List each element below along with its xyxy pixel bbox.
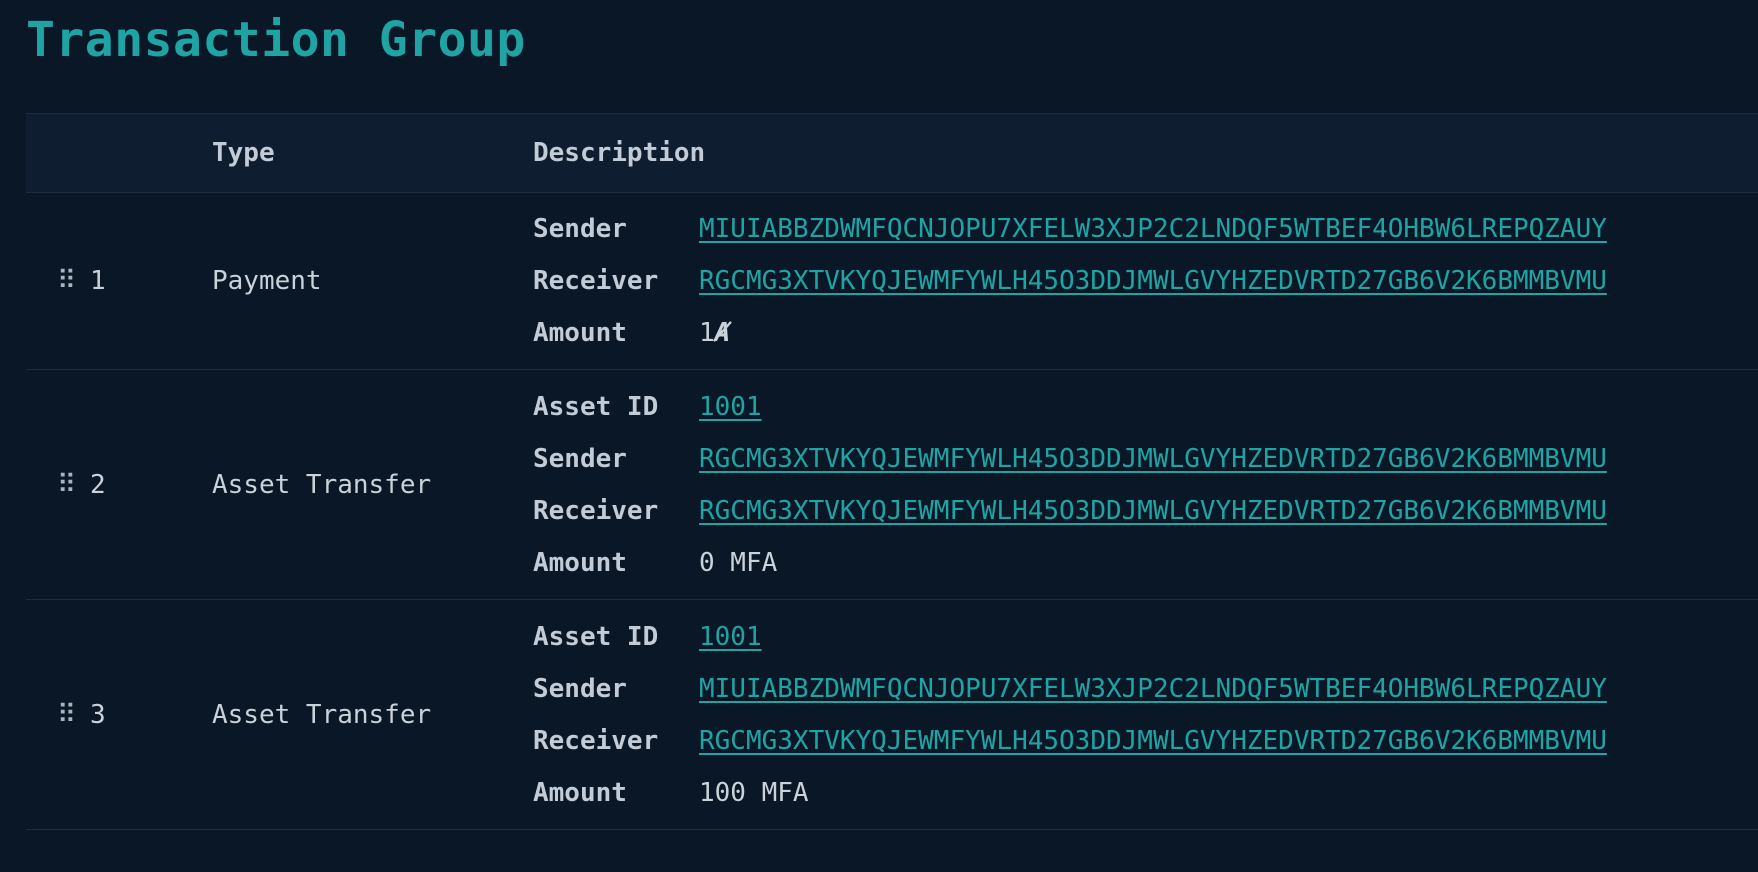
- handle-cell: ⠿: [26, 370, 88, 600]
- header-type: Type: [212, 138, 275, 168]
- table-row: ⠿ 3 Asset Transfer Asset ID 1001 Sender: [26, 600, 1758, 830]
- sender-label: Sender: [533, 673, 627, 704]
- sender-line: Sender MIUIABBZDWMFQCNJOPU7XFELW3XJP2C2L…: [533, 203, 1758, 255]
- sender-address-link[interactable]: RGCMG3XTVKYQJEWMFYWLH45O3DDJMWLGVYHZEDVR…: [699, 444, 1607, 474]
- amount-line: Amount 0 MFA: [533, 537, 1758, 589]
- page-title: Transaction Group: [26, 12, 526, 68]
- sender-address-link[interactable]: MIUIABBZDWMFQCNJOPU7XFELW3XJP2C2LNDQF5WT…: [699, 214, 1607, 244]
- row-description: Asset ID 1001 Sender MIUIABBZDWMFQCNJOPU…: [533, 600, 1758, 830]
- transaction-table-wrapper: Type Description ⠿ 1 Payment Sender MIUI…: [26, 113, 1758, 830]
- receiver-address-link[interactable]: RGCMG3XTVKYQJEWMFYWLH45O3DDJMWLGVYHZEDVR…: [699, 726, 1607, 756]
- receiver-label: Receiver: [533, 266, 659, 296]
- row-type: Asset Transfer: [212, 469, 432, 500]
- table-row: ⠿ 1 Payment Sender MIUIABBZDWMFQCNJOPU7X…: [26, 193, 1758, 370]
- receiver-line: Receiver RGCMG3XTVKYQJEWMFYWLH45O3DDJMWL…: [533, 485, 1758, 537]
- drag-handle-icon[interactable]: ⠿: [57, 472, 76, 498]
- sender-label: Sender: [533, 214, 627, 244]
- receiver-address-link[interactable]: RGCMG3XTVKYQJEWMFYWLH45O3DDJMWLGVYHZEDVR…: [699, 496, 1607, 526]
- algo-icon: Ⱥ: [714, 318, 731, 348]
- asset-id-line: Asset ID 1001: [533, 611, 1758, 663]
- row-type: Payment: [212, 266, 322, 296]
- header-index: [88, 114, 212, 193]
- amount-label: Amount: [533, 318, 627, 348]
- amount-line: Amount 100 MFA: [533, 767, 1758, 819]
- asset-id-label: Asset ID: [533, 621, 659, 652]
- asset-id-link[interactable]: 1001: [699, 392, 762, 422]
- asset-id-line: Asset ID 1001: [533, 381, 1758, 433]
- row-type: Asset Transfer: [212, 699, 432, 730]
- page: Transaction Group Type Description ⠿ 1 P…: [0, 0, 1758, 872]
- asset-id-link[interactable]: 1001: [699, 622, 762, 652]
- row-index: 2: [90, 469, 106, 500]
- header-description: Description: [533, 138, 706, 168]
- receiver-label: Receiver: [533, 725, 659, 756]
- handle-cell: ⠿: [26, 600, 88, 830]
- amount-value: 100 MFA: [699, 777, 809, 808]
- sender-line: Sender MIUIABBZDWMFQCNJOPU7XFELW3XJP2C2L…: [533, 663, 1758, 715]
- row-index: 1: [90, 266, 106, 296]
- row-description: Asset ID 1001 Sender RGCMG3XTVKYQJEWMFYW…: [533, 370, 1758, 600]
- receiver-label: Receiver: [533, 495, 659, 526]
- amount-value: 1: [699, 318, 715, 348]
- amount-label: Amount: [533, 547, 627, 578]
- amount-label: Amount: [533, 777, 627, 808]
- receiver-line: Receiver RGCMG3XTVKYQJEWMFYWLH45O3DDJMWL…: [533, 255, 1758, 307]
- sender-address-link[interactable]: MIUIABBZDWMFQCNJOPU7XFELW3XJP2C2LNDQF5WT…: [699, 674, 1607, 704]
- amount-line: Amount 1 Ⱥ: [533, 307, 1758, 359]
- amount-value: 0 MFA: [699, 547, 778, 578]
- sender-line: Sender RGCMG3XTVKYQJEWMFYWLH45O3DDJMWLGV…: [533, 433, 1758, 485]
- row-index: 3: [90, 699, 106, 730]
- drag-handle-icon[interactable]: ⠿: [57, 268, 76, 294]
- receiver-line: Receiver RGCMG3XTVKYQJEWMFYWLH45O3DDJMWL…: [533, 715, 1758, 767]
- table-header-row: Type Description: [26, 113, 1758, 193]
- asset-id-label: Asset ID: [533, 391, 659, 422]
- sender-label: Sender: [533, 443, 627, 474]
- handle-cell: ⠿: [26, 193, 88, 370]
- receiver-address-link[interactable]: RGCMG3XTVKYQJEWMFYWLH45O3DDJMWLGVYHZEDVR…: [699, 266, 1607, 296]
- transaction-table: Type Description ⠿ 1 Payment Sender MIUI…: [26, 113, 1758, 830]
- row-description: Sender MIUIABBZDWMFQCNJOPU7XFELW3XJP2C2L…: [533, 193, 1758, 370]
- drag-handle-icon[interactable]: ⠿: [57, 702, 76, 728]
- table-row: ⠿ 2 Asset Transfer Asset ID 1001 Sender: [26, 370, 1758, 600]
- header-handle: [26, 114, 88, 193]
